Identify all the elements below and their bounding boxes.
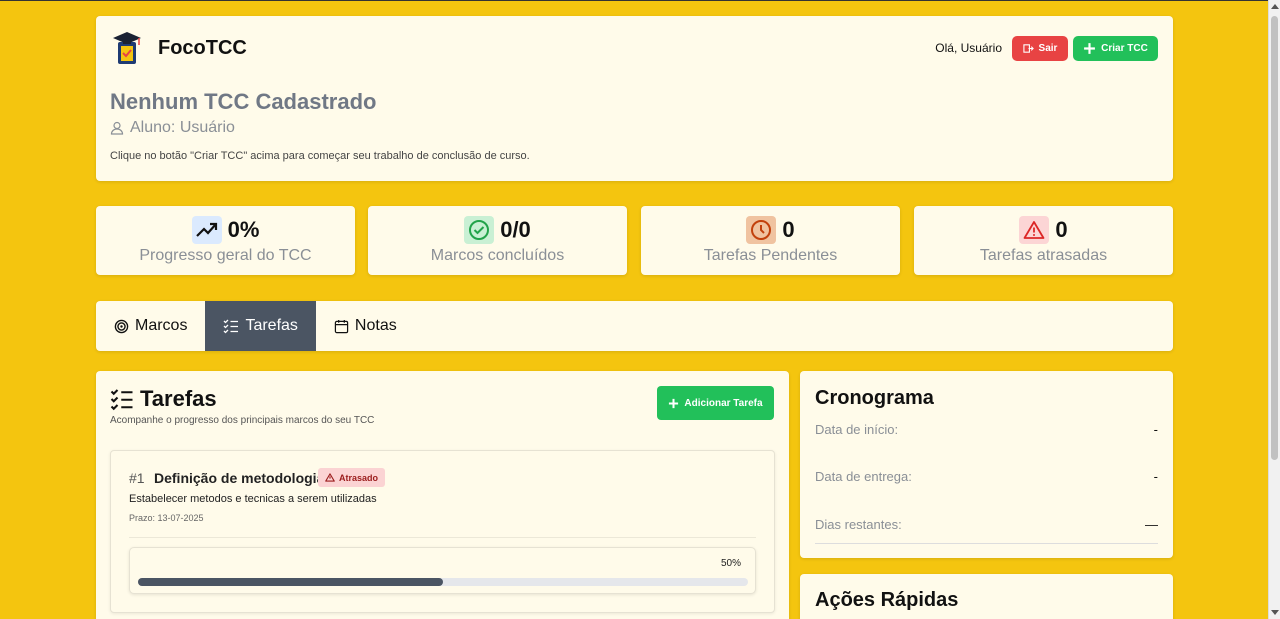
schedule-label: Dias restantes:	[815, 517, 902, 532]
task-number: #1	[129, 470, 145, 486]
header-card: FocoTCC Olá, Usuário Sair Criar TCC Nenh…	[96, 16, 1173, 181]
trending-up-icon	[191, 216, 222, 244]
page-scrollbar[interactable]	[1268, 0, 1280, 619]
stat-label: Progresso geral do TCC	[139, 247, 312, 264]
tab-marcos[interactable]: Marcos	[96, 301, 205, 351]
task-item[interactable]: #1 Definição de metodologia Atrasado Est…	[110, 450, 775, 613]
create-tcc-label: Criar TCC	[1101, 43, 1148, 54]
schedule-label: Data de início:	[815, 422, 899, 437]
stat-value: 0%	[227, 217, 260, 242]
window-top-border	[0, 0, 1280, 1]
progress-track	[138, 578, 748, 586]
logout-label: Sair	[1038, 43, 1058, 54]
plus-icon	[669, 398, 679, 408]
stat-value: 0	[782, 217, 795, 242]
calendar-icon	[334, 319, 349, 333]
schedule-value: -	[1153, 422, 1158, 437]
tab-tarefas[interactable]: Tarefas	[205, 301, 316, 351]
tasks-subtitle: Acompanhe o progresso dos principais mar…	[110, 415, 375, 426]
status-badge: Atrasado	[318, 468, 386, 487]
user-icon	[110, 121, 124, 135]
stat-label: Tarefas atrasadas	[979, 247, 1108, 264]
progress-percent: 50%	[720, 558, 741, 569]
quick-actions-panel: Ações Rápidas	[800, 574, 1173, 619]
student-line: Aluno: Usuário	[110, 119, 235, 137]
list-checks-icon	[223, 319, 239, 334]
stat-card-milestones: 0/0 Marcos concluídos	[368, 206, 627, 275]
schedule-value: -	[1153, 469, 1158, 484]
create-hint: Clique no botão "Criar TCC" acima para c…	[110, 150, 530, 162]
logout-icon	[1022, 44, 1034, 53]
tab-notas[interactable]: Notas	[316, 301, 415, 351]
add-task-label: Adicionar Tarefa	[684, 397, 763, 409]
stat-card-overdue: 0 Tarefas atrasadas	[914, 206, 1173, 275]
task-progress-box: 50%	[129, 547, 756, 594]
stat-card-progress: 0% Progresso geral do TCC	[96, 206, 355, 275]
clock-icon	[746, 216, 777, 244]
scroll-thumb[interactable]	[1271, 16, 1278, 460]
schedule-row-remaining: Dias restantes: —	[815, 517, 1158, 532]
stat-value: 0	[1055, 217, 1068, 242]
tab-label: Tarefas	[245, 317, 298, 334]
schedule-row-start: Data de início: -	[815, 422, 1158, 437]
schedule-row-delivery: Data de entrega: -	[815, 469, 1158, 484]
student-name: Aluno: Usuário	[130, 119, 235, 136]
task-name: Definição de metodologia	[154, 470, 325, 486]
page-title: Nenhum TCC Cadastrado	[110, 89, 377, 114]
target-icon	[114, 319, 129, 333]
schedule-panel: Cronograma Data de início: - Data de ent…	[800, 371, 1173, 558]
schedule-title: Cronograma	[815, 387, 934, 409]
schedule-label: Data de entrega:	[815, 469, 912, 484]
tab-bar: Marcos Tarefas Notas	[96, 301, 1173, 351]
progress-fill	[138, 578, 443, 586]
brand-name: FocoTCC	[158, 37, 247, 59]
stat-label: Marcos concluídos	[430, 247, 565, 264]
stat-value: 0/0	[500, 217, 531, 242]
alert-triangle-icon	[325, 473, 335, 482]
tasks-title: Tarefas	[140, 386, 217, 411]
status-label: Atrasado	[339, 472, 379, 483]
task-description: Estabelecer metodos e tecnicas a serem u…	[129, 493, 377, 505]
stat-label: Tarefas Pendentes	[703, 247, 838, 264]
scroll-up-icon[interactable]	[1271, 4, 1279, 9]
add-task-button[interactable]: Adicionar Tarefa	[657, 386, 774, 420]
create-tcc-button[interactable]: Criar TCC	[1073, 36, 1158, 61]
tasks-heading: Tarefas	[110, 386, 217, 412]
user-greeting: Olá, Usuário	[935, 41, 1002, 55]
tasks-panel: Tarefas Acompanhe o progresso dos princi…	[96, 371, 789, 619]
tab-label: Notas	[354, 317, 397, 334]
task-due-date: Prazo: 13-07-2025	[129, 513, 204, 523]
divider	[815, 543, 1158, 544]
tab-label: Marcos	[135, 317, 188, 334]
stat-card-pending: 0 Tarefas Pendentes	[641, 206, 900, 275]
alert-triangle-icon	[1019, 216, 1050, 244]
list-checks-icon	[110, 389, 133, 411]
check-circle-icon	[464, 216, 495, 244]
schedule-value: —	[1145, 517, 1158, 532]
plus-icon	[1084, 43, 1096, 54]
scroll-down-icon[interactable]	[1271, 610, 1279, 615]
divider	[129, 537, 756, 538]
graduation-logo-icon	[113, 32, 141, 64]
quick-actions-title: Ações Rápidas	[815, 589, 959, 611]
logout-button[interactable]: Sair	[1012, 36, 1068, 61]
